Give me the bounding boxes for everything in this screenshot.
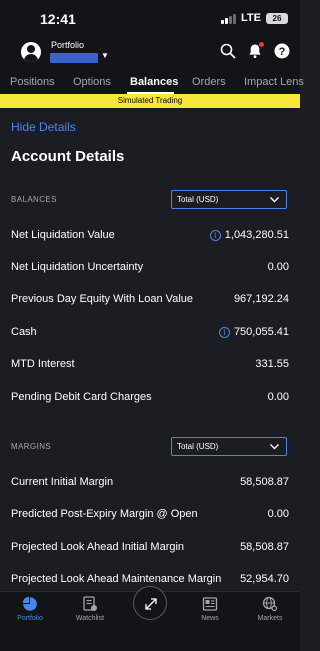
- status-time: 12:41: [40, 11, 76, 27]
- row-value: 0.00: [267, 391, 289, 403]
- balance-row-cash: Cash i 750,055.41: [11, 326, 289, 342]
- row-label: Previous Day Equity With Loan Value: [11, 293, 193, 305]
- signal-icon: [221, 13, 237, 24]
- row-label: Net Liquidation Uncertainty: [11, 261, 144, 273]
- info-icon[interactable]: i: [218, 326, 230, 338]
- balance-row-net-liquidation-value: Net Liquidation Value i 1,043,280.51: [11, 229, 289, 245]
- status-indicators: LTE 26: [221, 12, 288, 24]
- search-icon[interactable]: [220, 43, 236, 59]
- row-value: 58,508.87: [240, 541, 289, 553]
- account-id-masked[interactable]: [50, 53, 98, 63]
- row-label: Net Liquidation Value: [11, 229, 115, 241]
- row-label: MTD Interest: [11, 358, 75, 370]
- account-dropdown-caret-icon[interactable]: ▼: [101, 51, 109, 60]
- app-header: Portfolio ▼ ?: [0, 36, 300, 70]
- svg-text:?: ?: [279, 46, 286, 58]
- margin-row-current-initial-margin: Current Initial Margin 58,508.87: [11, 476, 289, 492]
- margins-select-value: Total (USD): [177, 442, 219, 451]
- row-value: 0.00: [267, 261, 289, 273]
- help-icon[interactable]: ?: [274, 43, 290, 59]
- news-icon: [202, 597, 218, 611]
- portfolio-label[interactable]: Portfolio: [51, 40, 84, 50]
- row-value: 1,043,280.51: [224, 229, 289, 241]
- chevron-down-icon: [270, 444, 279, 450]
- row-label: Pending Debit Card Charges: [11, 391, 152, 403]
- nav-label: Markets: [257, 615, 283, 622]
- avatar-icon[interactable]: [21, 42, 41, 62]
- tab-orders[interactable]: Orders: [192, 76, 226, 88]
- row-value: 0.00: [267, 508, 289, 520]
- balance-row-net-liquidation-uncertainty: Net Liquidation Uncertainty 0.00: [11, 261, 289, 277]
- hide-details-link[interactable]: Hide Details: [11, 120, 76, 134]
- nav-watchlist[interactable]: Watchlist: [60, 596, 120, 622]
- margins-section-label: MARGINS: [11, 442, 52, 451]
- margin-row-projected-initial: Projected Look Ahead Initial Margin 58,5…: [11, 541, 289, 557]
- status-bar: 12:41 LTE 26: [0, 0, 300, 36]
- row-value: 58,508.87: [240, 476, 289, 488]
- notification-dot: [259, 42, 264, 47]
- balances-section-label: BALANCES: [11, 195, 57, 204]
- balances-currency-select[interactable]: Total (USD): [171, 190, 287, 209]
- nav-news[interactable]: News: [180, 596, 240, 622]
- simulated-trading-banner: Simulated Trading: [0, 94, 300, 108]
- row-label: Projected Look Ahead Initial Margin: [11, 541, 185, 553]
- nav-label: Portfolio: [17, 615, 43, 622]
- watchlist-icon: [83, 596, 97, 611]
- row-value: 967,192.24: [233, 293, 289, 305]
- tab-balances[interactable]: Balances: [130, 76, 178, 88]
- nav-label: News: [201, 615, 219, 622]
- chevron-down-icon: [270, 197, 279, 203]
- row-label: Projected Look Ahead Maintenance Margin: [11, 573, 222, 585]
- tab-options[interactable]: Options: [73, 76, 111, 88]
- balance-row-pending-debit-card-charges: Pending Debit Card Charges 0.00: [11, 391, 289, 407]
- page-title: Account Details: [11, 148, 125, 165]
- network-label: LTE: [241, 12, 261, 24]
- pie-chart-icon: [22, 596, 37, 611]
- battery-icon: 26: [266, 12, 288, 24]
- balance-row-mtd-interest: MTD Interest 331.55: [11, 358, 289, 374]
- tab-impact-lens[interactable]: Impact Lens: [244, 76, 304, 88]
- portfolio-tabs: Positions Options Balances Orders Impact…: [0, 70, 304, 94]
- margins-currency-select[interactable]: Total (USD): [171, 437, 287, 456]
- balance-row-previous-day-equity: Previous Day Equity With Loan Value 967,…: [11, 293, 289, 309]
- nav-label: Watchlist: [75, 615, 105, 622]
- row-value: 331.55: [255, 358, 289, 370]
- trade-button[interactable]: [133, 586, 167, 620]
- row-label: Predicted Post-Expiry Margin @ Open: [11, 508, 198, 520]
- row-value: 750,055.41: [233, 326, 289, 338]
- margin-row-predicted-post-expiry: Predicted Post-Expiry Margin @ Open 0.00: [11, 508, 289, 524]
- row-label: Current Initial Margin: [11, 476, 114, 488]
- nav-portfolio[interactable]: Portfolio: [0, 596, 60, 622]
- info-icon[interactable]: i: [209, 229, 221, 241]
- notification-bell-icon[interactable]: [247, 42, 264, 59]
- balances-select-value: Total (USD): [177, 195, 219, 204]
- nav-markets[interactable]: Markets: [240, 596, 300, 622]
- row-label: Cash: [11, 326, 37, 338]
- globe-search-icon: [262, 596, 278, 612]
- tab-positions[interactable]: Positions: [10, 76, 55, 88]
- row-value: 52,954.70: [240, 573, 289, 585]
- expand-arrows-icon: [145, 598, 157, 610]
